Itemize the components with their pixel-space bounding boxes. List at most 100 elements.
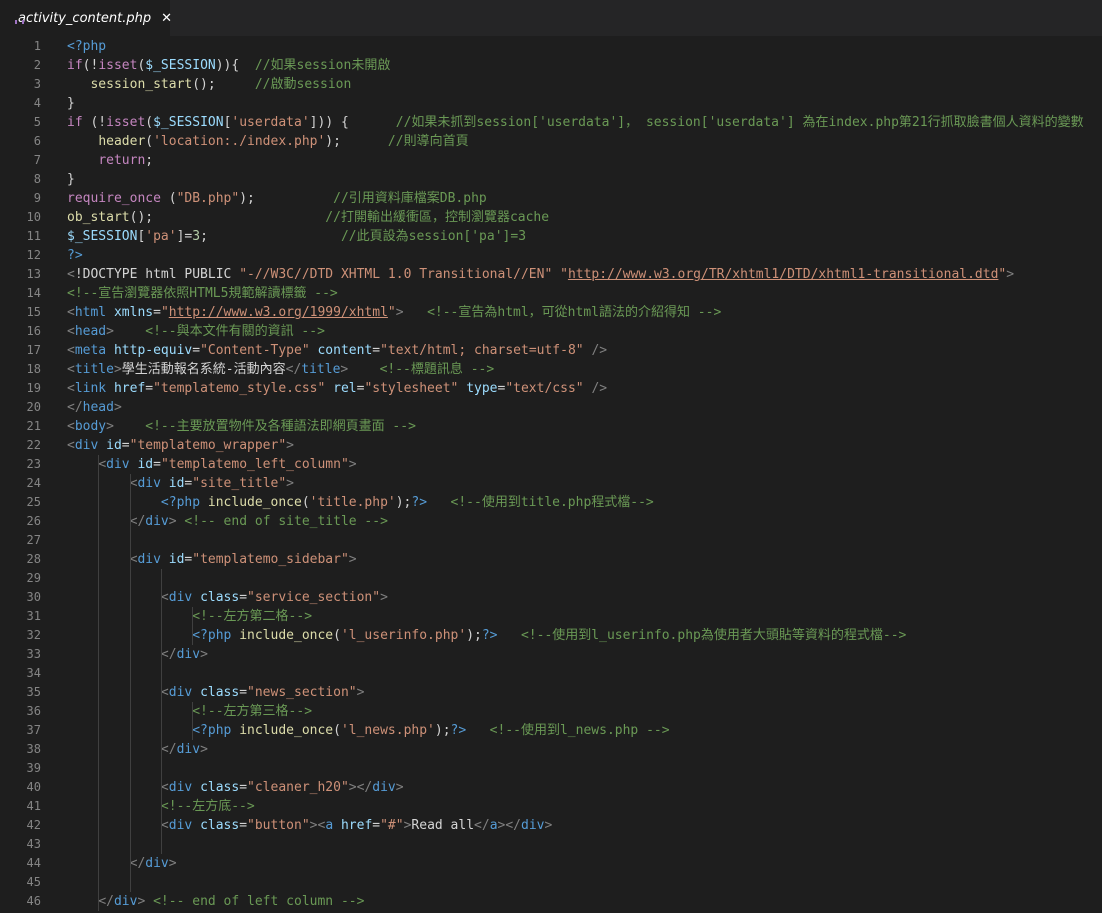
code-line[interactable]: 46 </div> <!-- end of left column --> bbox=[0, 892, 1102, 911]
code-line[interactable]: 20 </head> bbox=[0, 398, 1102, 417]
code-token: ); bbox=[395, 495, 412, 510]
code-line[interactable]: 10 ob_start(); //打開輸出緩衝區，控制瀏覽器cache bbox=[0, 208, 1102, 227]
code-line[interactable]: 13 <!DOCTYPE html PUBLIC "-//W3C//DTD XHT… bbox=[0, 265, 1102, 284]
code-line[interactable]: 38 </div> bbox=[0, 740, 1102, 759]
code-line[interactable]: 28 <div id="templatemo_sidebar"> bbox=[0, 550, 1102, 569]
code-line[interactable]: 27 bbox=[0, 531, 1102, 550]
code-line[interactable]: 34 bbox=[0, 664, 1102, 683]
code-token: 'l_userinfo.php' bbox=[340, 628, 467, 643]
code-line[interactable]: 37 <?php include_once('l_news.php');?> <… bbox=[0, 721, 1102, 740]
line-code: <div class="cleaner_h20"></div> bbox=[67, 778, 404, 797]
line-code: return; bbox=[67, 151, 153, 170]
code-line[interactable]: 17 <meta http-equiv="Content-Type" conten… bbox=[0, 341, 1102, 360]
line-code: <div class="service_section"> bbox=[67, 588, 388, 607]
code-line[interactable]: 42 <div class="button"><a href="#">Read … bbox=[0, 816, 1102, 835]
code-line[interactable]: 4} bbox=[0, 94, 1102, 113]
code-line[interactable]: 26 </div> <!-- end of site_title --> bbox=[0, 512, 1102, 531]
code-line[interactable]: 1 <?php bbox=[0, 37, 1102, 56]
code-token: ( bbox=[333, 723, 341, 738]
code-token: //啟動session bbox=[254, 77, 352, 92]
code-line[interactable]: 40 <div class="cleaner_h20"></div> bbox=[0, 778, 1102, 797]
code-token: Read all bbox=[411, 818, 475, 833]
line-number: 18 bbox=[26, 362, 41, 376]
code-line[interactable]: 32 <?php include_once('l_userinfo.php');… bbox=[0, 626, 1102, 645]
code-token: } bbox=[67, 172, 75, 187]
code-line[interactable]: 23 <div id="templatemo_left_column"> bbox=[0, 455, 1102, 474]
tab-activity-content[interactable]: activity_content.php ✕ bbox=[0, 0, 172, 36]
code-token: < bbox=[67, 267, 75, 282]
code-token: = bbox=[192, 343, 201, 358]
line-code: </div> bbox=[67, 740, 208, 759]
code-line[interactable]: 7 return; bbox=[0, 151, 1102, 170]
code-token: 'pa' bbox=[145, 229, 177, 244]
line-number: 38 bbox=[26, 742, 41, 756]
code-line[interactable]: 44 </div> bbox=[0, 854, 1102, 873]
code-line[interactable]: 2 if(!isset($_SESSION)){ //如果session未開啟 bbox=[0, 56, 1102, 75]
code-line[interactable]: 3 session_start(); //啟動session bbox=[0, 75, 1102, 94]
code-line[interactable]: 6 header('location:./index.php'); //則導向首… bbox=[0, 132, 1102, 151]
code-line[interactable]: 15 <html xmlns="http://www.w3.org/1999/xh… bbox=[0, 303, 1102, 322]
code-token: = bbox=[153, 305, 161, 320]
code-token: = bbox=[372, 818, 381, 833]
code-line[interactable]: 45 bbox=[0, 873, 1102, 892]
line-code: <div id="site_title"> bbox=[67, 474, 294, 493]
line-number: 15 bbox=[26, 305, 41, 319]
code-token: " bbox=[560, 267, 568, 282]
code-token: </ bbox=[160, 742, 177, 757]
code-line[interactable]: 29 bbox=[0, 569, 1102, 588]
code-token: div bbox=[168, 818, 193, 833]
code-line[interactable]: 22 <div id="templatemo_wrapper"> bbox=[0, 436, 1102, 455]
code-line[interactable]: 24 <div id="site_title"> bbox=[0, 474, 1102, 493]
code-token: xmlns bbox=[113, 305, 154, 320]
code-line[interactable]: 14 <!--宣告瀏覽器依照HTML5規範解讀標籤 --> bbox=[0, 284, 1102, 303]
code-token: </ bbox=[474, 818, 490, 833]
code-line[interactable]: 12 ?> bbox=[0, 246, 1102, 265]
line-code: <div id="templatemo_wrapper"> bbox=[67, 436, 294, 455]
code-token: > bbox=[200, 647, 208, 662]
code-token: > bbox=[1006, 267, 1015, 282]
line-code: ?> bbox=[67, 246, 83, 265]
code-token: < bbox=[67, 381, 75, 396]
code-line[interactable]: 8} bbox=[0, 170, 1102, 189]
close-icon[interactable]: ✕ bbox=[161, 11, 172, 26]
line-number: 14 bbox=[26, 286, 41, 300]
code-token: 學生活動報名系統-活動內容 bbox=[121, 362, 286, 377]
code-line[interactable]: 18 <title>學生活動報名系統-活動內容</title> <!--標題訊息 … bbox=[0, 360, 1102, 379]
code-token: </ bbox=[356, 780, 373, 795]
line-code: <body> <!--主要放置物件及各種語法即網頁畫面 --> bbox=[67, 417, 416, 436]
code-line[interactable]: 39 bbox=[0, 759, 1102, 778]
code-token: = bbox=[372, 343, 381, 358]
line-code: <div class="news_section"> bbox=[67, 683, 365, 702]
code-line[interactable]: 16 <head> <!--與本文件有關的資訊 --> bbox=[0, 322, 1102, 341]
code-line[interactable]: 33 </div> bbox=[0, 645, 1102, 664]
code-line[interactable]: 9 require_once ("DB.php"); //引用資料庫檔案DB.ph… bbox=[0, 189, 1102, 208]
line-number: 2 bbox=[33, 58, 41, 72]
code-line[interactable]: 21 <body> <!--主要放置物件及各種語法即網頁畫面 --> bbox=[0, 417, 1102, 436]
code-line[interactable]: 5 if (!isset($_SESSION['userdata'])) { //… bbox=[0, 113, 1102, 132]
line-number: 7 bbox=[33, 153, 41, 167]
code-line[interactable]: 11 $_SESSION['pa']=3; //此頁設為session['pa']… bbox=[0, 227, 1102, 246]
code-token: class bbox=[200, 780, 240, 795]
code-line[interactable]: 19 <link href="templatemo_style.css" rel=… bbox=[0, 379, 1102, 398]
code-token: </ bbox=[505, 818, 522, 833]
code-line[interactable]: 31 <!--左方第二格--> bbox=[0, 607, 1102, 626]
code-line[interactable]: 43 bbox=[0, 835, 1102, 854]
code-line[interactable]: 41 <!--左方底--> bbox=[0, 797, 1102, 816]
line-code: <meta http-equiv="Content-Type" content=… bbox=[67, 341, 607, 360]
code-line[interactable]: 25 <?php include_once('title.php');?> <!… bbox=[0, 493, 1102, 512]
code-line[interactable]: 35 <div class="news_section"> bbox=[0, 683, 1102, 702]
code-token: content bbox=[317, 343, 373, 358]
code-token: ( bbox=[145, 115, 154, 130]
code-line[interactable]: 30 <div class="service_section"> bbox=[0, 588, 1102, 607]
code-token: > bbox=[395, 780, 404, 795]
line-number: 1 bbox=[33, 39, 41, 53]
line-number: 30 bbox=[26, 590, 41, 604]
code-token: $_SESSION bbox=[145, 58, 216, 73]
code-token: http://www.w3.org/TR/xhtml1/DTD/xhtml1-t… bbox=[567, 267, 999, 282]
line-code: <?php include_once('title.php');?> <!--使… bbox=[67, 493, 654, 512]
code-line[interactable]: 36 <!--左方第三格--> bbox=[0, 702, 1102, 721]
code-editor[interactable]: 1 <?php 2 if(!isset($_SESSION)){ //如果sessio… bbox=[0, 36, 1102, 911]
